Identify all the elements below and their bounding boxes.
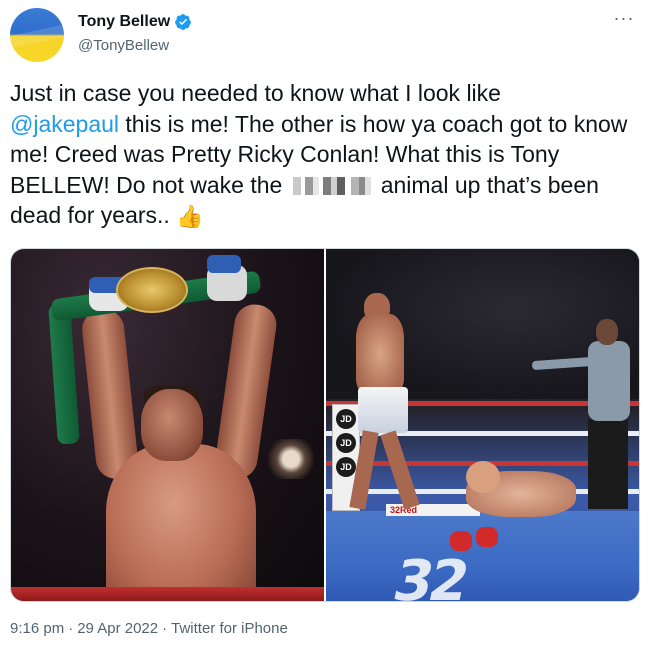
- championship-belt: [116, 267, 188, 313]
- tweet-text-line1: Just in case you needed to know what I l…: [10, 80, 501, 106]
- thumbs-up-emoji: 👍: [176, 204, 204, 229]
- mention-link[interactable]: @jakepaul: [10, 111, 119, 137]
- media-grid: JD JD JD 32 32Red: [10, 248, 640, 602]
- post-label: JD: [336, 457, 356, 477]
- canvas-logo: 32: [387, 549, 472, 601]
- separator: ·: [68, 620, 74, 637]
- tweet-time[interactable]: 9:16 pm: [10, 620, 64, 637]
- tweet-meta: 9:16 pm · 29 Apr 2022 · Twitter for iPhone: [10, 620, 288, 637]
- separator: ·: [162, 620, 168, 637]
- tweet-text: Just in case you needed to know what I l…: [10, 78, 638, 233]
- photo-boxer-with-belt[interactable]: [11, 249, 324, 601]
- tweet-date[interactable]: 29 Apr 2022: [77, 620, 158, 637]
- avatar[interactable]: [10, 8, 64, 62]
- verified-badge-icon: [175, 14, 192, 30]
- tweet-source[interactable]: Twitter for iPhone: [171, 620, 288, 637]
- name-row: Tony Bellew: [78, 13, 192, 31]
- post-label: JD: [336, 433, 356, 453]
- handle[interactable]: @TonyBellew: [78, 37, 169, 54]
- censored-word-image: [292, 176, 377, 195]
- photo-knockdown[interactable]: JD JD JD 32 32Red: [326, 249, 639, 601]
- apron-text: 32Red: [386, 504, 480, 516]
- more-options-icon[interactable]: ···: [612, 9, 636, 34]
- tweet-header: Tony Bellew @TonyBellew ···: [10, 8, 638, 64]
- display-name[interactable]: Tony Bellew: [78, 13, 170, 31]
- post-label: JD: [336, 409, 356, 429]
